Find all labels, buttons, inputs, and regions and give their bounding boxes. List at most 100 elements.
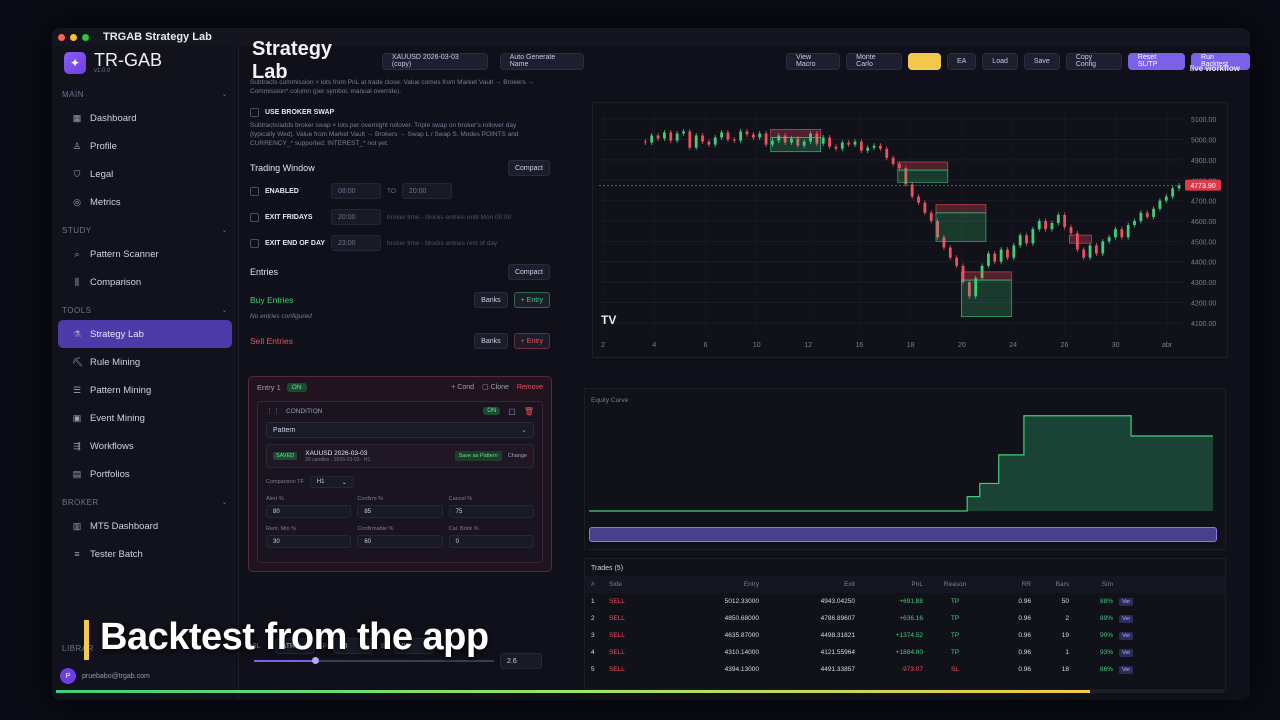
trash-icon[interactable]: 🗑 (524, 407, 534, 416)
candle-body (1107, 237, 1111, 242)
sl-slider-value[interactable]: 2.6 (500, 653, 542, 669)
toolbar-button-monte-carlo[interactable]: Monte Carlo (846, 52, 902, 70)
sidebar-item-strategy-lab[interactable]: ⚗ Strategy Lab (58, 320, 232, 348)
strategy-name-input[interactable]: XAUUSD 2026-03-03 (copy) (381, 52, 488, 70)
add-condition-button[interactable]: + Cond (451, 384, 474, 391)
toolbar-button-copy-config[interactable]: Copy Config (1065, 52, 1122, 70)
sidebar-item-workflows[interactable]: ⇶ Workflows (58, 432, 232, 460)
condition-type-select[interactable]: Pattern ⌄ (266, 422, 534, 438)
threshold-field: Confirm % 85 (357, 496, 443, 518)
clone-button[interactable]: ▢ Clone (482, 383, 509, 391)
x-tick-label: 18 (907, 342, 915, 349)
sidebar-item-profile[interactable]: ♙ Profile (58, 132, 232, 160)
columns-icon: ⫼ (74, 276, 80, 287)
field-input[interactable]: 30 (266, 535, 352, 548)
window-from-input[interactable]: 08:00 (331, 183, 381, 199)
remove-entry-button[interactable]: Remove (517, 384, 543, 391)
toolbar-button-view-macro[interactable]: View Macro (786, 52, 841, 70)
candle-body (1044, 221, 1047, 230)
sell-banks-button[interactable]: Banks (474, 333, 508, 349)
view-trade-button[interactable]: Ver (1119, 665, 1134, 674)
field-input[interactable]: 0 (448, 535, 534, 548)
search-icon: ⌕ (74, 248, 80, 259)
y-tick-label: 5000.00 (1191, 138, 1216, 145)
close-window-icon[interactable] (58, 33, 65, 41)
entry-status-badge[interactable]: ON (286, 382, 307, 392)
sidebar-item-pattern-scanner[interactable]: ⌕ Pattern Scanner (58, 240, 232, 268)
exit-fridays-checkbox[interactable] (250, 212, 259, 222)
candle-body (764, 133, 768, 145)
toolbar-button-ea[interactable]: EA (946, 52, 977, 70)
sidebar-item-comparison[interactable]: ⫼ Comparison (58, 268, 232, 296)
sidebar-section-broker[interactable]: BROKER ⌄ (52, 492, 238, 512)
sidebar-item-pattern-mining[interactable]: ☰ Pattern Mining (58, 376, 232, 404)
trade-sim: 90% (1099, 632, 1113, 639)
save-as-pattern-button[interactable]: Save as Pattern (454, 451, 502, 461)
trade-rr: 0.96 (1018, 615, 1031, 622)
view-trade-button[interactable]: Ver (1119, 648, 1134, 657)
user-profile[interactable]: P pruebabo@trgab.com (60, 668, 150, 684)
sidebar-section-tools[interactable]: TOOLS ⌄ (52, 300, 238, 320)
table-row[interactable]: 1 SELL 5012.33000 4943.04250 +691.88 TP 0.96 50… (585, 593, 1225, 610)
field-input[interactable]: 85 (357, 505, 443, 518)
checkbox[interactable] (250, 108, 259, 117)
exit-eod-row: EXIT END OF DAY 23:00 broker time - bloc… (250, 234, 550, 252)
view-trade-button[interactable]: Ver (1119, 631, 1134, 640)
exit-eod-checkbox[interactable] (250, 238, 259, 248)
candle-body (1069, 227, 1073, 234)
sl-slider-track[interactable] (254, 657, 494, 664)
buy-banks-button[interactable]: Banks (474, 292, 508, 308)
sidebar-section-main[interactable]: MAIN ⌄ (52, 84, 238, 104)
table-row[interactable]: 3 SELL 4635.87000 4498.31821 +1374.52 TP 0.96 1… (585, 627, 1225, 644)
table-row[interactable]: 2 SELL 4850.68000 4786.89607 +636.16 TP 0.96 2 8… (585, 610, 1225, 627)
sidebar-item-rule-mining[interactable]: ⛏ Rule Mining (58, 348, 232, 376)
auto-generate-name-button[interactable]: Auto Generate Name (499, 52, 585, 70)
table-row[interactable]: 4 SELL 4310.14000 4121.55964 +1884.80 TP 0.96 1… (585, 644, 1225, 661)
field-input[interactable]: 80 (266, 505, 352, 518)
sidebar-item-mt5-dashboard[interactable]: ▥ MT5 Dashboard (58, 512, 232, 540)
sidebar-item-portfolios[interactable]: ▤ Portfolios (58, 460, 232, 488)
comparison-tf-select[interactable]: H1 ⌄ (309, 476, 354, 488)
sidebar-item-dashboard[interactable]: ▦ Dashboard (58, 104, 232, 132)
field-input[interactable]: 75 (448, 505, 534, 518)
toolbar-button-save[interactable]: Save (1023, 52, 1060, 70)
brand[interactable]: ✦ TR-GAB v1.0.0 (52, 46, 238, 80)
field-input[interactable]: 60 (357, 535, 443, 548)
sidebar-section-label: BROKER (62, 497, 99, 507)
timeline-scrubber[interactable] (589, 527, 1217, 542)
toolbar-button-highlight[interactable] (907, 52, 941, 70)
exit-fridays-input[interactable]: 20:00 (331, 209, 381, 225)
trading-window-compact-button[interactable]: Compact (507, 160, 550, 176)
column-header-rr: RR (1021, 581, 1031, 588)
calendar-icon: ▣ (72, 412, 82, 423)
condition-status-badge[interactable]: ON (483, 407, 501, 415)
broker-swap-toggle[interactable]: USE BROKER SWAP (250, 108, 570, 117)
sidebar-item-legal[interactable]: ⛉ Legal (58, 160, 232, 188)
change-pattern-button[interactable]: Change (508, 453, 527, 459)
buy-add-entry-button[interactable]: + Entry (513, 292, 550, 308)
maximize-window-icon[interactable] (82, 33, 89, 41)
view-trade-button[interactable]: Ver (1119, 597, 1134, 606)
sell-add-entry-button[interactable]: + Entry (513, 333, 550, 349)
threshold-fields: Alert % 80 Confirm % 85 Cancel % 75 Rent. Min … (266, 496, 534, 548)
price-chart[interactable]: 5100.005000.004900.004800.004700.004600.… (592, 102, 1228, 358)
sidebar-section-study[interactable]: STUDY ⌄ (52, 220, 238, 240)
candle-body (701, 135, 704, 142)
drag-handle-icon[interactable]: ⋮⋮ (266, 407, 280, 415)
toolbar-button-load[interactable]: Load (982, 52, 1018, 70)
sidebar-item-event-mining[interactable]: ▣ Event Mining (58, 404, 232, 432)
entries-compact-button[interactable]: Compact (507, 264, 550, 280)
window-to-input[interactable]: 20:00 (401, 183, 452, 199)
view-trade-button[interactable]: Ver (1119, 614, 1134, 623)
app-window: TRGAB Strategy Lab ✦ TR-GAB v1.0.0 MAIN ⌄… (52, 28, 1250, 700)
enabled-checkbox[interactable] (250, 186, 259, 196)
minimize-window-icon[interactable] (70, 33, 77, 41)
sidebar-item-tester-batch[interactable]: ≡ Tester Batch (58, 540, 232, 568)
table-row[interactable]: 5 SELL 4394.13000 4491.33857 -973.07 SL 0.96 18… (585, 661, 1225, 678)
candle-body (1177, 185, 1181, 189)
exit-eod-input[interactable]: 23:00 (331, 235, 381, 251)
sidebar-item-metrics[interactable]: ◎ Metrics (58, 188, 232, 216)
copy-condition-icon[interactable]: ▢ (508, 407, 516, 416)
toolbar-button-reset-sl-tp[interactable]: Reset SL/TP (1127, 52, 1186, 70)
trade-exit: 4491.33857 (820, 666, 855, 673)
